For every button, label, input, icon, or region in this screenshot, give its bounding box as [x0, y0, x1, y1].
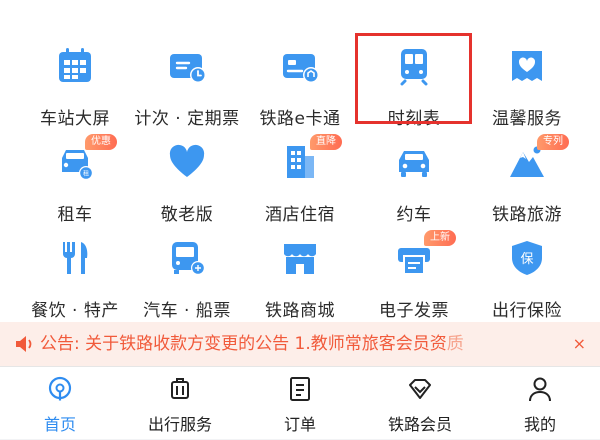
service-rail-mall[interactable]: 铁路商城 [240, 222, 360, 322]
announcement-bar[interactable]: 公告: 关于铁路收款方变更的公告 1.教师常旅客会员资质 × [0, 322, 600, 366]
service-hotel[interactable]: 直降 酒店住宿 [240, 126, 360, 226]
diamond-icon [409, 379, 431, 399]
service-food-specialty[interactable]: 餐饮 · 特产 [15, 222, 135, 322]
tab-profile[interactable]: 我的 [480, 367, 600, 440]
service-car-rental[interactable]: 租 优惠 租车 [15, 126, 135, 226]
home-train-icon [48, 376, 72, 401]
service-ride-hailing[interactable]: 约车 [354, 126, 474, 226]
promo-badge: 优惠 [85, 134, 117, 150]
service-warm-service[interactable]: 温馨服务 [467, 30, 587, 130]
promo-badge: 直降 [310, 134, 342, 150]
tab-label: 订单 [283, 415, 316, 434]
service-e-card[interactable]: 铁路e卡通 [240, 30, 360, 130]
service-grid: 车站大屏 计次 · 定期票 铁路e卡通 时刻表 温馨服务 租 优惠 租车 敬老版… [0, 0, 600, 322]
tab-membership[interactable]: 铁路会员 [360, 367, 480, 440]
ticket-card-clock-icon [170, 54, 206, 83]
promo-badge: 专列 [537, 134, 569, 150]
tab-label: 出行服务 [147, 415, 212, 434]
svg-text:保: 保 [520, 252, 533, 267]
service-bus-ferry[interactable]: 汽车 · 船票 [127, 222, 247, 322]
order-list-icon [290, 377, 310, 401]
announcement-fade: 质 [446, 334, 464, 354]
fork-knife-icon [63, 242, 88, 274]
user-icon [529, 377, 551, 402]
service-label: 汽车 · 船票 [143, 301, 231, 321]
bottom-tab-bar: 首页 出行服务 订单 铁路会员 我的 [0, 366, 600, 439]
e-card-icon [283, 54, 319, 83]
shop-icon [284, 244, 316, 274]
announcement-content: 关于铁路收款方变更的公告 1.教师常旅客会员资 [85, 334, 447, 354]
tab-label: 我的 [523, 415, 556, 434]
service-label: 出行保险 [492, 301, 562, 321]
car-icon [399, 151, 429, 177]
service-rail-travel[interactable]: 专列 铁路旅游 [467, 126, 587, 226]
announcement-text[interactable]: 公告: 关于铁路收款方变更的公告 1.教师常旅客会员资质 [40, 322, 558, 366]
heart-icon [169, 144, 205, 177]
service-label: 铁路商城 [265, 301, 335, 321]
announcement-prefix: 公告: [40, 334, 86, 354]
timetable-highlight-box [355, 33, 472, 124]
service-periodic-ticket[interactable]: 计次 · 定期票 [127, 30, 247, 130]
service-travel-insurance[interactable]: 保 出行保险 [467, 222, 587, 322]
service-label: 餐饮 · 特产 [31, 301, 119, 321]
service-station-screen[interactable]: 车站大屏 [15, 30, 135, 130]
service-e-invoice[interactable]: 上新 电子发票 [354, 222, 474, 322]
insurance-shield-icon: 保 [512, 241, 542, 275]
speaker-icon [16, 336, 32, 352]
service-elder-mode[interactable]: 敬老版 [127, 126, 247, 226]
tab-orders[interactable]: 订单 [240, 367, 360, 440]
tab-label: 首页 [43, 415, 76, 434]
luggage-icon [171, 378, 189, 399]
tab-home[interactable]: 首页 [0, 367, 120, 440]
tab-label: 铁路会员 [387, 415, 452, 434]
close-icon[interactable]: × [573, 322, 586, 366]
bus-icon [172, 242, 205, 275]
calendar-grid-icon [59, 48, 91, 82]
service-label: 电子发票 [379, 301, 449, 321]
svg-text:租: 租 [83, 170, 89, 178]
tab-travel-service[interactable]: 出行服务 [120, 367, 240, 440]
promo-badge: 上新 [424, 230, 456, 246]
heart-box-icon [512, 51, 542, 81]
